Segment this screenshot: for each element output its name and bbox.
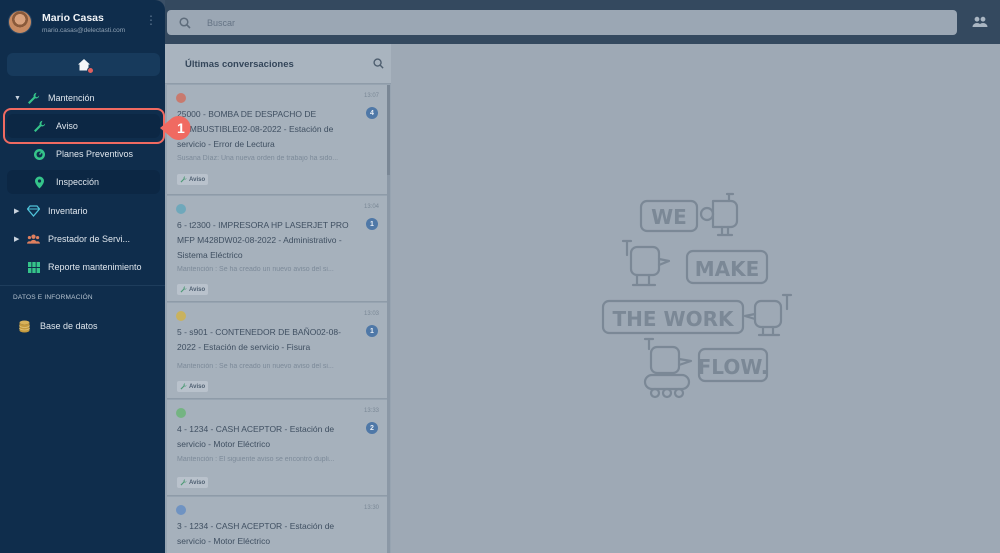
wrench-icon	[180, 479, 187, 486]
sidebar: Mario Casas mario.casas@delectasti.com ⋮…	[0, 0, 165, 553]
sidebar-item-prestador[interactable]: ▶ Prestador de Servi...	[0, 227, 165, 251]
tag-label: Aviso	[189, 383, 206, 390]
wrench-icon	[180, 383, 187, 390]
users-icon	[27, 233, 40, 246]
tag-label: Aviso	[189, 176, 206, 183]
illustration-word: FLOW.	[698, 355, 769, 379]
conversation-subject: 6 - t2300 - IMPRESORA HP LASERJET PRO MF…	[177, 220, 349, 260]
conversation-subject: 3 - 1234 - CASH ACEPTOR - Estación de se…	[177, 521, 335, 546]
conversation-item[interactable]: 13:07 4 25000 - BOMBA DE DESPACHO DE COM…	[167, 85, 387, 195]
highlight-outline	[3, 108, 165, 144]
conversation-subject: 5 - s901 - CONTENEDOR DE BAÑO02-08-2022 …	[177, 327, 341, 352]
caret-right-icon: ▶	[14, 236, 20, 243]
divider	[0, 285, 165, 286]
sidebar-item-base-de-datos[interactable]: Base de datos	[0, 314, 165, 338]
conversations-header: Últimas conversaciones	[165, 44, 391, 84]
tag-aviso: Aviso	[177, 381, 209, 392]
tag-aviso: Aviso	[177, 477, 209, 488]
gauge-icon	[33, 148, 46, 161]
caret-right-icon: ▶	[14, 208, 20, 215]
home-button[interactable]	[7, 53, 160, 76]
conversation-subject: 4 - 1234 - CASH ACEPTOR - Estación de se…	[177, 424, 335, 449]
unread-badge: 1	[366, 325, 378, 337]
wrench-icon	[180, 176, 187, 183]
conversation-time: 13:03	[363, 311, 379, 317]
conversations-panel: Últimas conversaciones 13:07 4 25000 - B…	[165, 44, 391, 553]
profile-email: mario.casas@delectasti.com	[42, 27, 126, 34]
location-pin-icon	[33, 176, 46, 189]
sidebar-item-label: Prestador de Servi...	[48, 234, 131, 244]
conversation-list[interactable]: 13:07 4 25000 - BOMBA DE DESPACHO DE COM…	[167, 85, 387, 553]
contacts-button[interactable]	[970, 13, 990, 31]
conversation-item[interactable]: 13:04 1 6 - t2300 - IMPRESORA HP LASERJE…	[167, 196, 387, 302]
user-profile[interactable]: Mario Casas mario.casas@delectasti.com ⋮	[8, 10, 158, 38]
sidebar-item-label: Inventario	[48, 206, 88, 216]
conversation-subject: 25000 - BOMBA DE DESPACHO DE COMBUSTIBLE…	[177, 109, 334, 149]
sidebar-item-label: Base de datos	[40, 321, 98, 331]
sidebar-item-planes-preventivos[interactable]: Planes Preventivos	[7, 142, 160, 166]
sidebar-item-mantencion[interactable]: ▼ Mantención	[0, 86, 165, 110]
search-icon	[179, 16, 191, 29]
conversation-preview: Mantención : Se ha creado un nuevo aviso…	[177, 363, 334, 370]
sidebar-item-label: Reporte mantenimiento	[48, 262, 142, 272]
status-dot	[176, 93, 186, 103]
sidebar-item-label: Mantención	[48, 93, 95, 103]
scrollbar[interactable]	[387, 85, 390, 553]
tag-aviso: Aviso	[177, 174, 209, 185]
conversation-item[interactable]: 13:33 2 4 - 1234 - CASH ACEPTOR - Estaci…	[167, 400, 387, 496]
step-callout: 1	[158, 115, 198, 141]
illustration-word: MAKE	[695, 257, 760, 281]
caret-down-icon: ▼	[14, 94, 21, 102]
search-input[interactable]	[207, 17, 907, 28]
conversation-preview: Mantención : Se ha creado un nuevo aviso…	[177, 266, 334, 273]
unread-badge: 1	[366, 218, 378, 230]
scrollbar-thumb[interactable]	[387, 85, 390, 175]
sidebar-item-label: Planes Preventivos	[56, 149, 134, 159]
report-grid-icon	[27, 261, 40, 274]
group-icon	[972, 16, 988, 27]
sidebar-item-reporte[interactable]: Reporte mantenimiento	[0, 255, 165, 279]
search-bar[interactable]	[167, 10, 957, 35]
unread-badge: 2	[366, 422, 378, 434]
conversations-title: Últimas conversaciones	[185, 59, 294, 70]
illustration-word: WE	[651, 205, 687, 229]
profile-name: Mario Casas	[42, 12, 104, 24]
diamond-icon	[27, 205, 40, 218]
conversation-time: 13:07	[363, 93, 379, 99]
unread-badge: 4	[366, 107, 378, 119]
status-dot	[176, 311, 186, 321]
top-bar	[165, 0, 1000, 44]
notification-badge	[86, 66, 94, 74]
status-dot	[176, 204, 186, 214]
search-icon[interactable]	[373, 58, 384, 69]
conversation-preview: Susana Díaz: Una nueva orden de trabajo …	[177, 155, 339, 162]
illustration-word: THE WORK	[613, 307, 735, 331]
sidebar-item-label: Inspección	[56, 177, 100, 187]
tag-label: Aviso	[189, 286, 206, 293]
tag-aviso: Aviso	[177, 284, 209, 295]
status-dot	[176, 505, 186, 515]
step-number: 1	[177, 120, 185, 136]
status-dot	[176, 408, 186, 418]
database-icon	[18, 320, 31, 333]
more-options-icon[interactable]: ⋮	[145, 14, 157, 26]
sidebar-item-inspeccion[interactable]: Inspección	[7, 170, 160, 194]
tag-label: Aviso	[189, 479, 206, 486]
avatar	[8, 10, 32, 34]
conversation-item[interactable]: 13:03 1 5 - s901 - CONTENEDOR DE BAÑO02-…	[167, 303, 387, 399]
wrench-icon	[27, 92, 40, 105]
conversation-time: 13:30	[363, 505, 379, 511]
conversation-time: 13:33	[363, 408, 379, 414]
conversation-time: 13:04	[363, 204, 379, 210]
we-make-the-work-flow-illustration: WE MAKE THE WORK FLOW.	[601, 192, 793, 399]
main-area: WE MAKE THE WORK FLOW.	[391, 44, 1000, 553]
section-title: DATOS E INFORMACIÓN	[13, 294, 93, 301]
wrench-icon	[180, 286, 187, 293]
conversation-item[interactable]: 13:30 3 - 1234 - CASH ACEPTOR - Estación…	[167, 497, 387, 553]
conversation-preview: Mantención : El siguiente aviso se encon…	[177, 456, 335, 463]
sidebar-item-inventario[interactable]: ▶ Inventario	[0, 199, 165, 223]
